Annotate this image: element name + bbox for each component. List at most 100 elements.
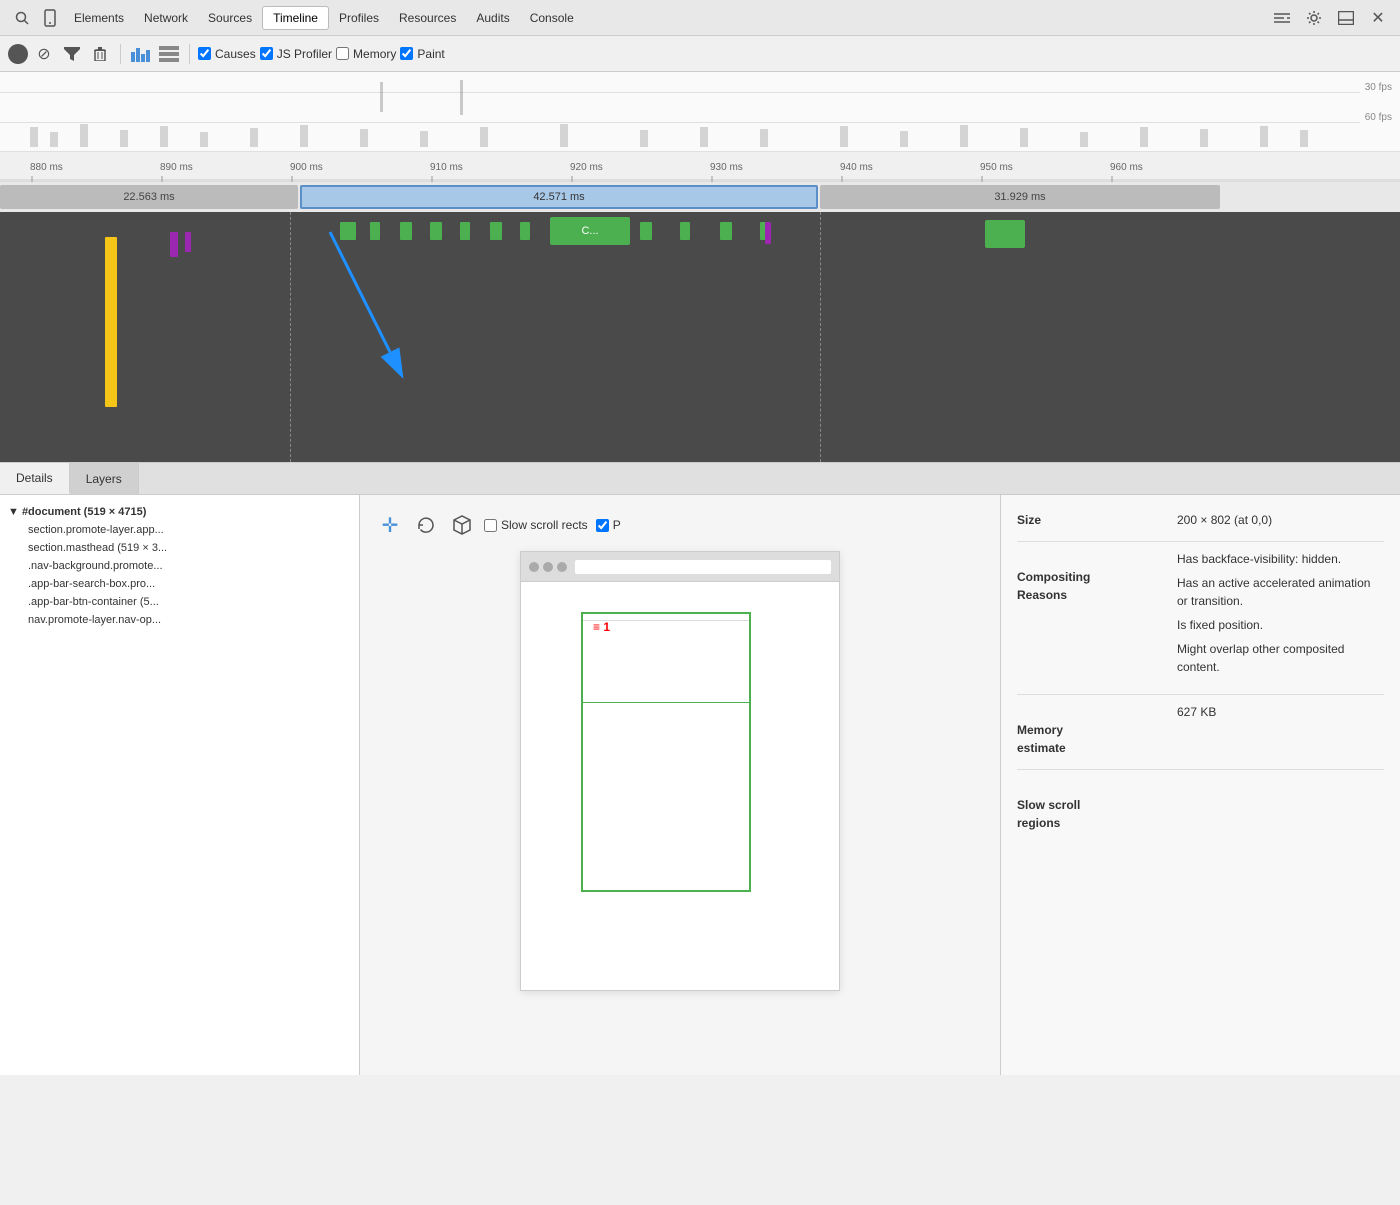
- svg-text:880 ms: 880 ms: [30, 162, 63, 173]
- svg-text:930 ms: 930 ms: [710, 162, 743, 173]
- svg-text:940 ms: 940 ms: [840, 162, 873, 173]
- causes-checkbox[interactable]: [198, 47, 211, 60]
- memory-checkbox-label[interactable]: Memory: [336, 47, 396, 61]
- event-green-7: [520, 222, 530, 240]
- fps-30-label: 30 fps: [1365, 82, 1392, 93]
- p-checkbox-label[interactable]: P: [596, 518, 621, 532]
- tree-panel[interactable]: ▼ #document (519 × 4715) section.promote…: [0, 495, 360, 1075]
- prop-memory-value: 627 KB: [1177, 703, 1384, 757]
- delete-button[interactable]: [88, 42, 112, 66]
- paint-label: Paint: [417, 47, 444, 61]
- fps-chart: [0, 72, 1350, 152]
- tab-details[interactable]: Details: [0, 463, 70, 494]
- event-purple-2: [185, 232, 191, 252]
- tree-root[interactable]: ▼ #document (519 × 4715): [4, 503, 355, 521]
- props-panel: Size 200 × 802 (at 0,0) Compositing Reas…: [1000, 495, 1400, 1075]
- menu-network[interactable]: Network: [134, 7, 198, 29]
- paint-checkbox[interactable]: [400, 47, 413, 60]
- tree-item-4[interactable]: .app-bar-btn-container (5...: [4, 593, 355, 611]
- settings-icon[interactable]: [1300, 4, 1328, 32]
- svg-text:890 ms: 890 ms: [160, 162, 193, 173]
- p-label: P: [613, 518, 621, 532]
- stop-button[interactable]: ⊘: [32, 42, 56, 66]
- selection-arrow: [270, 212, 470, 412]
- preview-nav-line: [583, 620, 749, 621]
- dock-icon[interactable]: [1332, 4, 1360, 32]
- prop-compositing-value: Has backface-visibility: hidden. Has an …: [1177, 550, 1384, 682]
- events-area[interactable]: C...: [0, 212, 1400, 462]
- compositing-reason-1: Has backface-visibility: hidden.: [1177, 550, 1384, 568]
- prop-memory-label: Memory estimate: [1017, 703, 1177, 757]
- compositing-reason-3: Is fixed position.: [1177, 616, 1384, 634]
- svg-text:950 ms: 950 ms: [980, 162, 1013, 173]
- prop-size-value: 200 × 802 (at 0,0): [1177, 511, 1384, 529]
- page-preview: ≡ 1: [520, 551, 840, 991]
- bottom-panels: Details Layers ▼ #document (519 × 4715) …: [0, 463, 1400, 1075]
- event-green-12: [720, 222, 732, 240]
- compositing-reason-2: Has an active accelerated animation or t…: [1177, 574, 1384, 610]
- search-icon[interactable]: [8, 4, 36, 32]
- event-purple-1: [170, 232, 178, 257]
- 3d-icon[interactable]: [448, 511, 476, 539]
- duration-bar-left: 22.563 ms: [0, 185, 298, 209]
- slow-scroll-checkbox[interactable]: [484, 519, 497, 532]
- record-button[interactable]: [8, 44, 28, 64]
- event-green-6: [490, 222, 502, 240]
- preview-body: ≡ 1: [521, 582, 839, 962]
- filter-button[interactable]: [60, 42, 84, 66]
- tree-item-3[interactable]: .app-bar-search-box.pro...: [4, 575, 355, 593]
- slow-scroll-checkbox-label[interactable]: Slow scroll rects: [484, 518, 588, 532]
- event-green-far-right: [985, 220, 1025, 248]
- event-green-5: [460, 222, 470, 240]
- rotate-icon[interactable]: [412, 511, 440, 539]
- move-icon[interactable]: ✛: [376, 511, 404, 539]
- fps-area[interactable]: 30 fps 60 fps: [0, 72, 1400, 152]
- menu-bar: Elements Network Sources Timeline Profil…: [0, 0, 1400, 36]
- close-icon[interactable]: ✕: [1364, 4, 1392, 32]
- paint-checkbox-label[interactable]: Paint: [400, 47, 444, 61]
- menu-timeline[interactable]: Timeline: [262, 6, 329, 30]
- flame-chart-icon[interactable]: [157, 42, 181, 66]
- duration-bar-right: 31.929 ms: [820, 185, 1220, 209]
- menu-elements[interactable]: Elements: [64, 7, 134, 29]
- menu-sources[interactable]: Sources: [198, 7, 262, 29]
- toolbar: ⊘ Causes: [0, 36, 1400, 72]
- mobile-icon[interactable]: [36, 4, 64, 32]
- p-checkbox[interactable]: [596, 519, 609, 532]
- js-profiler-checkbox-label[interactable]: JS Profiler: [260, 47, 332, 61]
- menu-audits[interactable]: Audits: [466, 7, 519, 29]
- event-green-10: [640, 222, 652, 240]
- tree-item-5[interactable]: nav.promote-layer.nav-op...: [4, 611, 355, 629]
- preview-red-icon: ≡ 1: [593, 620, 610, 634]
- prop-size-label: Size: [1017, 511, 1177, 529]
- event-green-4: [430, 222, 442, 240]
- tree-item-2[interactable]: .nav-background.promote...: [4, 557, 355, 575]
- tree-item-1[interactable]: section.masthead (519 × 3...: [4, 539, 355, 557]
- preview-browser-header: [521, 552, 839, 582]
- causes-checkbox-label[interactable]: Causes: [198, 47, 256, 61]
- menu-resources[interactable]: Resources: [389, 7, 466, 29]
- event-scripting-yellow: [105, 237, 117, 407]
- preview-toolbar: ✛ Slow: [376, 511, 984, 539]
- tree-item-0[interactable]: section.promote-layer.app...: [4, 521, 355, 539]
- split-panel: ▼ #document (519 × 4715) section.promote…: [0, 495, 1400, 1075]
- timeline-container: 30 fps 60 fps: [0, 72, 1400, 463]
- svg-text:910 ms: 910 ms: [430, 162, 463, 173]
- menu-profiles[interactable]: Profiles: [329, 7, 389, 29]
- tab-layers[interactable]: Layers: [70, 463, 139, 494]
- prop-slow-scroll-value: [1177, 778, 1384, 832]
- preview-panel: ✛ Slow: [360, 495, 1000, 1075]
- prop-slow-scroll-label: Slow scroll regions: [1017, 778, 1177, 832]
- event-green-1: [340, 222, 356, 240]
- causes-label: Causes: [215, 47, 256, 61]
- memory-checkbox[interactable]: [336, 47, 349, 60]
- bar-chart-icon[interactable]: [129, 42, 153, 66]
- compositing-reason-4: Might overlap other composited content.: [1177, 640, 1384, 676]
- prop-compositing-row: Compositing Reasons Has backface-visibil…: [1017, 550, 1384, 682]
- memory-label: Memory: [353, 47, 396, 61]
- prop-slow-scroll-row: Slow scroll regions: [1017, 778, 1384, 832]
- js-profiler-checkbox[interactable]: [260, 47, 273, 60]
- time-ruler-svg: 880 ms 890 ms 900 ms 910 ms 920 ms 930 m…: [0, 152, 1400, 182]
- menu-console[interactable]: Console: [520, 7, 584, 29]
- expand-icon[interactable]: [1268, 4, 1296, 32]
